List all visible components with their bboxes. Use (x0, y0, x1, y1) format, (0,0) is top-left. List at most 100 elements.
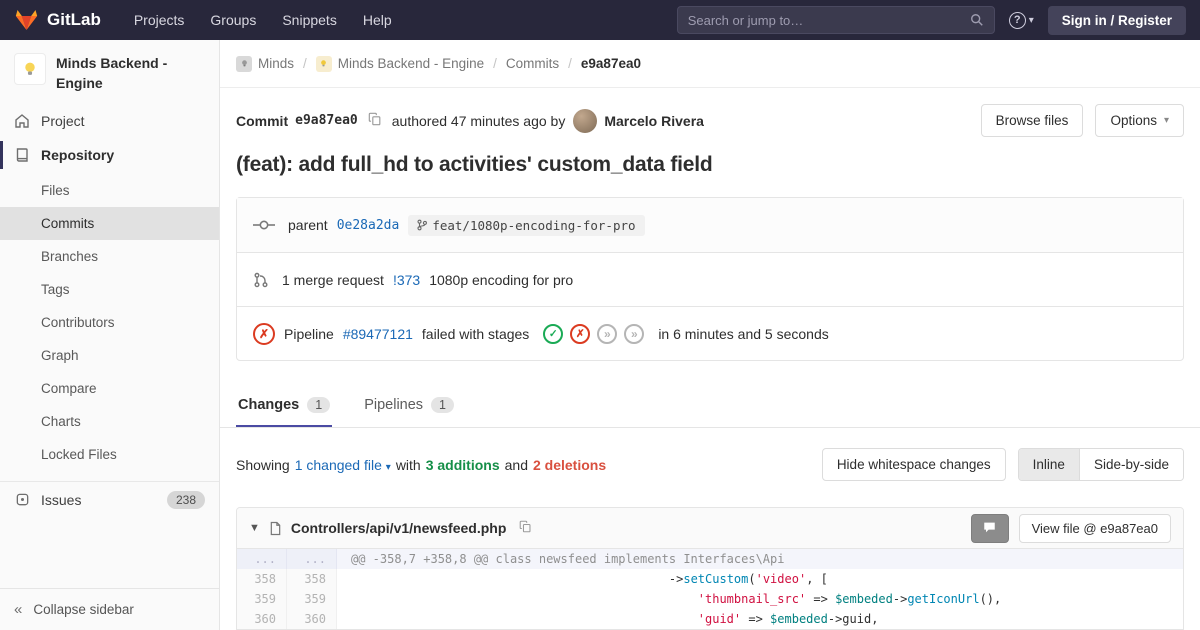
nav-item-help[interactable]: Help (350, 0, 405, 40)
sign-in-button[interactable]: Sign in / Register (1048, 6, 1186, 35)
top-navbar: GitLab Projects Groups Snippets Help ? ▾… (0, 0, 1200, 40)
diff-line: 360 360 'guid' => $embeded->guid, (237, 609, 1183, 629)
gitlab-home-link[interactable]: GitLab (14, 8, 101, 32)
pipeline-failed-icon: ✗ (253, 323, 275, 345)
sidebar-subitem-graph[interactable]: Graph (0, 339, 219, 372)
sidebar-subitem-tags[interactable]: Tags (0, 273, 219, 306)
search-input[interactable] (688, 13, 970, 28)
sidebar-subitem-contributors[interactable]: Contributors (0, 306, 219, 339)
sidebar-subitem-commits[interactable]: Commits (0, 207, 219, 240)
view-file-button[interactable]: View file @ e9a87ea0 (1019, 514, 1171, 543)
nav-item-groups[interactable]: Groups (197, 0, 269, 40)
commit-meta-row: Commit e9a87ea0 authored 47 minutes ago … (220, 88, 1200, 145)
sidebar-project-link[interactable]: Minds Backend - Engine (0, 40, 219, 104)
stage-skipped-icon[interactable]: » (624, 324, 644, 344)
copy-path-button[interactable] (517, 518, 534, 538)
sidebar-subitem-branches[interactable]: Branches (0, 240, 219, 273)
sidebar-subitem-locked-files[interactable]: Locked Files (0, 438, 219, 471)
collapse-sidebar-label: Collapse sidebar (33, 602, 134, 617)
tab-pipelines-label: Pipelines (364, 397, 423, 413)
breadcrumb-project-label: Minds Backend - Engine (338, 56, 484, 71)
collapse-diff-chevron-icon[interactable]: ▼ (249, 522, 260, 534)
breadcrumb-commits[interactable]: Commits (506, 56, 559, 71)
old-line-number[interactable]: 359 (237, 589, 287, 609)
commit-title: (feat): add full_hd to activities' custo… (236, 153, 1184, 177)
nav-item-snippets[interactable]: Snippets (269, 0, 349, 40)
stage-skipped-icon[interactable]: » (597, 324, 617, 344)
diff-code: ... ... @@ -358,7 +358,8 @@ class newsfe… (237, 549, 1183, 629)
parent-sha-link[interactable]: 0e28a2da (337, 218, 400, 233)
sidebar-subitem-charts[interactable]: Charts (0, 405, 219, 438)
old-line-number[interactable]: 360 (237, 609, 287, 629)
breadcrumb-separator: / (493, 56, 497, 71)
additions-count: 3 additions (426, 457, 500, 473)
merge-request-text: 1 merge request (282, 272, 384, 288)
options-dropdown-button[interactable]: Options ▾ (1095, 104, 1184, 137)
changed-files-label: 1 changed file (295, 457, 382, 473)
breadcrumb-separator: / (568, 56, 572, 71)
sidebar-item-issues[interactable]: Issues 238 (0, 481, 219, 518)
tab-changes-label: Changes (238, 397, 299, 413)
diff-line: 358 358 ->setCustom('video', [ (237, 569, 1183, 589)
changes-count-badge: 1 (307, 397, 330, 413)
branch-ref-chip[interactable]: feat/1080p-encoding-for-pro (408, 215, 644, 236)
branch-name: feat/1080p-encoding-for-pro (432, 218, 635, 233)
diff-line: 359 359 'thumbnail_src' => $embeded->get… (237, 589, 1183, 609)
breadcrumb-group[interactable]: Minds (236, 56, 294, 72)
changed-files-dropdown[interactable]: 1 changed file ▾ (295, 457, 391, 473)
new-line-number[interactable]: 360 (287, 609, 337, 629)
old-line-number[interactable]: 358 (237, 569, 287, 589)
breadcrumb: Minds / Minds Backend - Engine / Commits… (220, 40, 1200, 88)
stage-failed-icon[interactable]: ✗ (570, 324, 590, 344)
commit-sha: e9a87ea0 (295, 113, 358, 128)
double-chevron-left-icon: « (14, 601, 22, 618)
repository-icon (14, 147, 30, 163)
breadcrumb-project[interactable]: Minds Backend - Engine (316, 56, 484, 72)
project-sidebar: Minds Backend - Engine Project Repositor… (0, 40, 220, 630)
merge-request-title: 1080p encoding for pro (429, 272, 573, 288)
diff-hunk-line: ... ... @@ -358,7 +358,8 @@ class newsfe… (237, 549, 1183, 569)
copy-icon (368, 112, 382, 129)
tab-pipelines[interactable]: Pipelines 1 (362, 383, 456, 427)
stage-passed-icon[interactable]: ✓ (543, 324, 563, 344)
toggle-comments-button[interactable] (971, 514, 1009, 543)
sidebar-subitem-files[interactable]: Files (0, 174, 219, 207)
merge-request-link[interactable]: !373 (393, 272, 420, 288)
chevron-down-icon: ▾ (1029, 15, 1034, 26)
file-path-link[interactable]: Controllers/api/v1/newsfeed.php (291, 520, 507, 536)
browse-files-button[interactable]: Browse files (981, 104, 1084, 137)
collapse-sidebar-button[interactable]: « Collapse sidebar (0, 588, 219, 630)
old-line-number[interactable]: ... (237, 549, 287, 569)
nav-item-projects[interactable]: Projects (121, 0, 198, 40)
new-line-number[interactable]: 359 (287, 589, 337, 609)
and-text: and (505, 457, 528, 473)
commit-tabs: Changes 1 Pipelines 1 (220, 383, 1200, 428)
commit-label: Commit (236, 113, 288, 129)
pipeline-status-text: failed with stages (422, 326, 529, 342)
author-name[interactable]: Marcelo Rivera (604, 113, 704, 129)
copy-sha-button[interactable] (366, 110, 384, 131)
pipeline-row: ✗ Pipeline #89477121 failed with stages … (237, 306, 1183, 360)
commit-icon (253, 218, 275, 232)
pipeline-id-link[interactable]: #89477121 (343, 326, 413, 342)
home-icon (14, 113, 30, 129)
global-search[interactable] (677, 6, 995, 34)
tab-changes[interactable]: Changes 1 (236, 383, 332, 427)
author-avatar[interactable] (573, 109, 597, 133)
options-label: Options (1110, 113, 1157, 128)
inline-view-button[interactable]: Inline (1019, 449, 1079, 480)
help-dropdown[interactable]: ? ▾ (1009, 12, 1034, 29)
merge-request-row: 1 merge request !373 1080p encoding for … (237, 252, 1183, 306)
pipeline-label: Pipeline (284, 326, 334, 342)
sidebar-item-label: Repository (41, 147, 114, 163)
hide-whitespace-button[interactable]: Hide whitespace changes (822, 448, 1006, 481)
search-icon (970, 13, 984, 27)
chevron-down-icon: ▾ (386, 462, 391, 473)
new-line-number[interactable]: ... (287, 549, 337, 569)
side-by-side-view-button[interactable]: Side-by-side (1079, 449, 1183, 480)
sidebar-item-repository[interactable]: Repository (0, 138, 219, 172)
brand-name: GitLab (47, 10, 101, 30)
sidebar-subitem-compare[interactable]: Compare (0, 372, 219, 405)
sidebar-item-project[interactable]: Project (0, 104, 219, 138)
new-line-number[interactable]: 358 (287, 569, 337, 589)
